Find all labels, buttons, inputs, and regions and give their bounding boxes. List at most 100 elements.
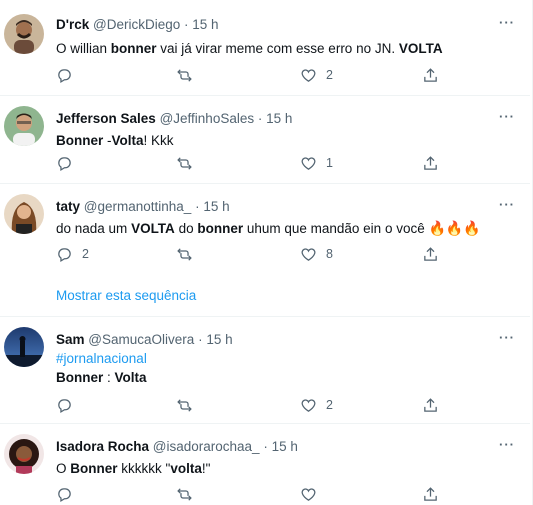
text-segment-bold: VOLTA: [398, 41, 443, 56]
reply-button[interactable]: [56, 485, 82, 503]
more-options-button[interactable]: ···: [498, 330, 516, 347]
heart-icon: [301, 156, 316, 170]
show-thread-link[interactable]: Mostrar esta sequência: [56, 288, 196, 303]
text-segment-bold: volta: [170, 461, 202, 476]
share-icon: [424, 486, 437, 501]
tweet-actions: 1: [56, 154, 456, 172]
separator: ·: [257, 111, 263, 126]
share-icon: [424, 67, 437, 82]
heart-icon: [301, 247, 316, 261]
tweet-actions: 2: [56, 66, 456, 84]
text-segment-bold: VOLTA: [131, 221, 175, 236]
timestamp[interactable]: 15 h: [272, 439, 298, 454]
text-segment-bold: bonner: [110, 41, 157, 56]
tweet-header: Isadora Rocha @isadorarochaa_ · 15 h: [56, 438, 518, 456]
avatar[interactable]: [4, 194, 44, 234]
text-segment-bold: Bonner: [70, 461, 118, 476]
reply-button[interactable]: 2: [56, 245, 89, 263]
timestamp[interactable]: 15 h: [206, 332, 232, 347]
user-handle[interactable]: @DerickDiego: [93, 17, 180, 32]
like-button[interactable]: 2: [300, 396, 333, 414]
reply-button[interactable]: [56, 396, 82, 414]
share-button[interactable]: [422, 485, 439, 503]
more-options-button[interactable]: ···: [498, 109, 516, 126]
more-dots-icon: ···: [499, 437, 515, 452]
user-name[interactable]: Jefferson Sales: [56, 111, 156, 126]
share-button[interactable]: [422, 154, 439, 172]
tweet-card[interactable]: D'rck @DerickDiego · 15 h O willian bonn…: [0, 0, 530, 96]
more-dots-icon: ···: [499, 15, 515, 30]
timestamp[interactable]: 15 h: [192, 17, 218, 32]
tweet-card[interactable]: Isadora Rocha @isadorarochaa_ · 15 h O B…: [0, 424, 530, 505]
separator: ·: [184, 17, 189, 32]
user-handle[interactable]: @SamucaOlivera: [88, 332, 194, 347]
text-segment: :: [103, 370, 115, 385]
user-name[interactable]: D'rck: [56, 17, 89, 32]
text-segment: vai já virar meme com esse erro no JN.: [156, 41, 399, 56]
reply-button[interactable]: [56, 154, 82, 172]
reply-icon: [58, 156, 71, 171]
more-dots-icon: ···: [499, 197, 515, 212]
like-button[interactable]: 8: [300, 245, 333, 263]
timestamp[interactable]: 15 h: [266, 111, 292, 126]
retweet-button[interactable]: [176, 154, 202, 172]
heart-icon: [301, 398, 316, 412]
more-options-button[interactable]: ···: [498, 15, 516, 32]
tweet-text: O willian bonner vai já virar meme com e…: [56, 39, 518, 58]
user-name[interactable]: Isadora Rocha: [56, 439, 149, 454]
like-button[interactable]: 2: [300, 66, 333, 84]
separator: ·: [195, 199, 200, 214]
text-segment: -: [103, 133, 112, 148]
text-segment: do: [174, 221, 198, 236]
avatar[interactable]: [4, 327, 44, 367]
user-handle[interactable]: @JeffinhoSales: [160, 111, 255, 126]
retweet-icon: [177, 247, 192, 261]
more-options-button[interactable]: ···: [498, 437, 516, 454]
user-name[interactable]: taty: [56, 199, 80, 214]
like-count: 2: [326, 398, 333, 412]
more-dots-icon: ···: [499, 330, 515, 345]
text-segment-bold: Volta: [114, 370, 147, 385]
retweet-icon: [177, 398, 192, 412]
retweet-button[interactable]: [176, 245, 202, 263]
text-segment-bold: Bonner: [56, 370, 104, 385]
tweet-card[interactable]: taty @germanottinha_ · 15 h do nada um V…: [0, 184, 530, 317]
share-button[interactable]: [422, 245, 439, 263]
more-dots-icon: ···: [499, 109, 515, 124]
share-button[interactable]: [422, 66, 439, 84]
text-segment-bold: Volta: [111, 133, 144, 148]
retweet-icon: [177, 156, 192, 170]
separator: ·: [263, 439, 268, 454]
timestamp[interactable]: 15 h: [203, 199, 229, 214]
text-segment: kkkkkk ": [117, 461, 171, 476]
more-options-button[interactable]: ···: [498, 197, 516, 214]
tweet-header: D'rck @DerickDiego · 15 h: [56, 16, 518, 34]
user-handle[interactable]: @germanottinha_: [84, 199, 192, 214]
reply-button[interactable]: [56, 66, 82, 84]
retweet-button[interactable]: [176, 66, 202, 84]
user-name[interactable]: Sam: [56, 332, 85, 347]
tweet-text: O Bonner kkkkkk "volta!": [56, 459, 518, 478]
text-segment: do nada um: [56, 221, 132, 236]
user-handle[interactable]: @isadorarochaa_: [153, 439, 260, 454]
hashtag-link[interactable]: #jornalnacional: [56, 349, 518, 368]
heart-icon: [301, 487, 316, 501]
share-icon: [424, 246, 437, 261]
tweet-header: taty @germanottinha_ · 15 h: [56, 198, 518, 216]
tweet-card[interactable]: Jefferson Sales @JeffinhoSales · 15 h Bo…: [0, 96, 530, 184]
avatar[interactable]: [4, 434, 44, 474]
like-count: 2: [326, 68, 333, 82]
retweet-icon: [177, 68, 192, 82]
retweet-button[interactable]: [176, 396, 202, 414]
avatar[interactable]: [4, 14, 44, 54]
like-button[interactable]: [300, 485, 326, 503]
tweet-card[interactable]: Sam @SamucaOlivera · 15 h #jornalnaciona…: [0, 317, 530, 424]
retweet-button[interactable]: [176, 485, 202, 503]
avatar[interactable]: [4, 106, 44, 146]
share-button[interactable]: [422, 396, 439, 414]
tweet-text: Bonner -Volta! Kkk: [56, 131, 518, 150]
tweet-timeline: D'rck @DerickDiego · 15 h O willian bonn…: [0, 0, 533, 505]
like-button[interactable]: 1: [300, 154, 333, 172]
text-segment: O willian: [56, 41, 111, 56]
heart-icon: [301, 68, 316, 82]
